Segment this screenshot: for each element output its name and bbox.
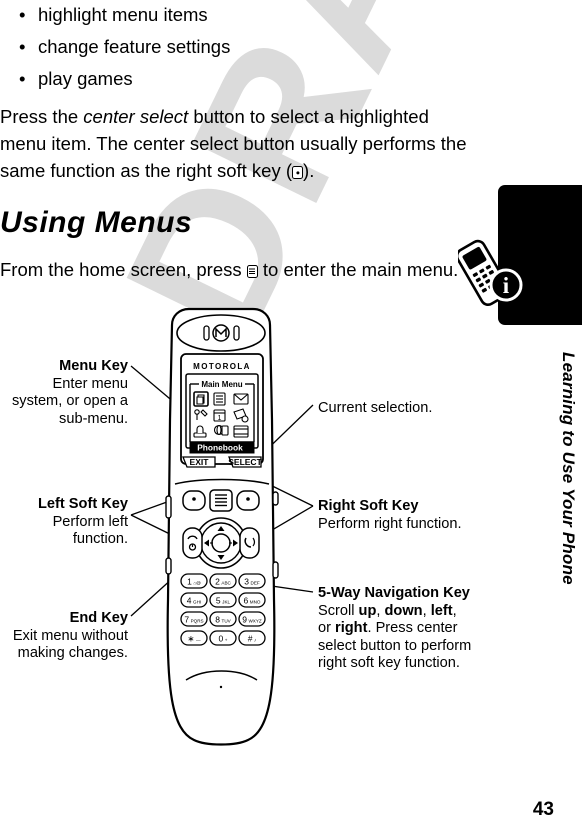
menu-key-icon	[246, 265, 258, 278]
end-key	[182, 527, 203, 559]
phone-callout-diagram: Menu Key Enter menu system, or open a su…	[0, 300, 582, 770]
intro-text-part1: Press the	[0, 106, 84, 127]
svg-text:1: 1	[218, 415, 222, 422]
center-select-button	[211, 533, 231, 553]
bullet-marker: •	[19, 36, 26, 57]
list-item: • highlight menu items	[0, 0, 490, 30]
screen-left-softkey-label: EXIT	[190, 457, 210, 467]
svg-text:i: i	[503, 273, 510, 298]
messages-icon	[233, 393, 249, 405]
intro-paragraph: Press the center select button to select…	[0, 103, 490, 184]
side-key-lower-right	[272, 561, 279, 579]
feature-bullet-list: • highlight menu items • change feature …	[0, 0, 490, 94]
intro-emphasis: center select	[83, 106, 189, 127]
recent-calls-icon	[213, 392, 226, 406]
volume-key	[165, 495, 172, 519]
list-item: • play games	[0, 64, 490, 94]
page-content: • highlight menu items • change feature …	[0, 0, 490, 283]
microphone-hole	[219, 685, 223, 689]
calendar-icon: 1	[213, 409, 226, 422]
list-item: • change feature settings	[0, 32, 490, 62]
list-item-label: play games	[38, 68, 133, 89]
phone-illustration: MOTOROLA Main Menu 1 Phonebook EXIT SELE…	[130, 307, 314, 746]
menu-key	[209, 489, 233, 512]
earpiece-slot-left	[203, 325, 210, 341]
send-key	[239, 527, 260, 559]
page-number: 43	[532, 799, 554, 820]
phonebook-icon	[193, 391, 209, 407]
web-access-icon	[213, 424, 229, 436]
bullet-marker: •	[19, 68, 26, 89]
multimedia-icon	[233, 425, 249, 438]
screen-selected-item: Phonebook	[197, 443, 243, 453]
phone-info-icon: i	[455, 230, 530, 310]
section-paragraph: From the home screen, press to enter the…	[0, 256, 490, 283]
screen-right-softkey-label: SELECT	[228, 457, 262, 467]
earpiece-slot-right	[233, 325, 240, 341]
list-item-label: highlight menu items	[38, 4, 208, 25]
bullet-marker: •	[19, 4, 26, 25]
list-item-label: change feature settings	[38, 36, 231, 57]
intro-text-part3: ).	[303, 160, 315, 181]
section-text-part2: to enter the main menu.	[257, 259, 459, 280]
right-soft-key-icon	[292, 166, 304, 179]
screen-menu-title: Main Menu	[201, 380, 242, 389]
section-text-part1: From the home screen, press	[0, 259, 247, 280]
smart-key	[272, 491, 279, 506]
side-key-lower	[165, 557, 172, 575]
phone-brand-label: MOTOROLA	[193, 362, 251, 371]
page-title: Using Menus	[0, 206, 193, 239]
